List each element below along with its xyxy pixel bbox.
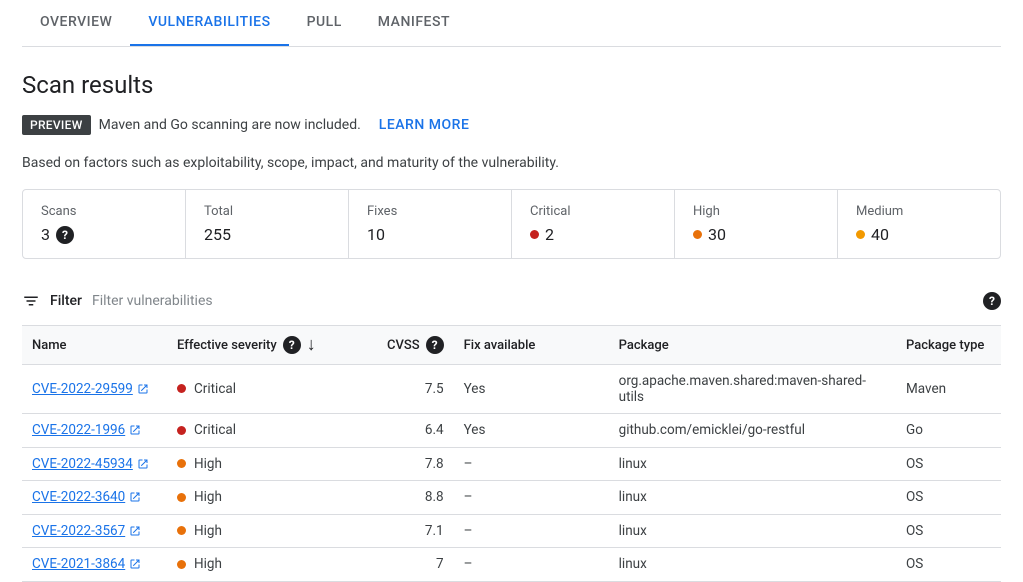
high-dot-icon bbox=[693, 230, 702, 239]
col-severity[interactable]: Effective severity ? ↓ bbox=[167, 326, 377, 365]
fix-cell: – bbox=[454, 481, 609, 515]
critical-dot-icon bbox=[177, 426, 186, 435]
col-fix[interactable]: Fix available bbox=[454, 326, 609, 365]
package-cell: linux bbox=[609, 481, 896, 515]
col-package[interactable]: Package bbox=[609, 326, 896, 365]
filter-label: Filter bbox=[50, 293, 82, 309]
high-dot-icon bbox=[177, 493, 186, 502]
external-link-icon bbox=[129, 424, 141, 436]
stat-value: 3 ? bbox=[41, 225, 167, 244]
stat-value: 2 bbox=[530, 225, 656, 244]
fix-cell: Yes bbox=[454, 365, 609, 414]
filter-row: Filter ? bbox=[22, 283, 1001, 326]
help-icon[interactable]: ? bbox=[426, 336, 444, 354]
learn-more-link[interactable]: LEARN MORE bbox=[379, 117, 470, 133]
critical-dot-icon bbox=[530, 230, 539, 239]
cvss-cell: 8.8 bbox=[377, 481, 454, 515]
package-type-cell: Go bbox=[896, 414, 1001, 448]
stat-label: Total bbox=[204, 204, 330, 219]
high-dot-icon bbox=[177, 459, 186, 468]
help-icon[interactable]: ? bbox=[283, 336, 301, 354]
sort-arrow-down-icon[interactable]: ↓ bbox=[307, 336, 316, 354]
filter-input[interactable] bbox=[92, 291, 973, 311]
stat-medium: Medium 40 bbox=[838, 190, 1000, 258]
package-type-cell: Maven bbox=[896, 365, 1001, 414]
external-link-icon bbox=[129, 491, 141, 503]
cve-link[interactable]: CVE-2022-1996 bbox=[32, 422, 141, 438]
tab-vulnerabilities[interactable]: VULNERABILITIES bbox=[130, 0, 288, 46]
preview-text: Maven and Go scanning are now included. bbox=[99, 117, 361, 133]
preview-banner: PREVIEW Maven and Go scanning are now in… bbox=[22, 115, 1001, 135]
external-link-icon bbox=[129, 558, 141, 570]
col-name[interactable]: Name bbox=[22, 326, 167, 365]
preview-chip: PREVIEW bbox=[22, 115, 91, 135]
page-title: Scan results bbox=[22, 71, 1001, 99]
col-package-type[interactable]: Package type bbox=[896, 326, 1001, 365]
stat-label: Scans bbox=[41, 204, 167, 219]
table-row: CVE-2022-1996 Critical 6.4Yesgithub.com/em… bbox=[22, 414, 1001, 448]
stat-scans: Scans 3 ? bbox=[23, 190, 186, 258]
stat-high: High 30 bbox=[675, 190, 838, 258]
tab-manifest[interactable]: MANIFEST bbox=[360, 0, 468, 46]
tab-overview[interactable]: OVERVIEW bbox=[22, 0, 130, 46]
package-cell: linux bbox=[609, 447, 896, 481]
tab-pull[interactable]: PULL bbox=[289, 0, 360, 46]
help-icon[interactable]: ? bbox=[56, 226, 74, 244]
stat-fixes: Fixes 10 bbox=[349, 190, 512, 258]
package-type-cell: OS bbox=[896, 481, 1001, 515]
cvss-cell: 7.5 bbox=[377, 365, 454, 414]
filter-icon[interactable] bbox=[22, 292, 40, 310]
stat-label: Medium bbox=[856, 204, 982, 219]
stat-value: 255 bbox=[204, 225, 330, 244]
stat-label: High bbox=[693, 204, 819, 219]
table-row: CVE-2022-29599 Critical 7.5Yesorg.apache.m… bbox=[22, 365, 1001, 414]
package-type-cell: OS bbox=[896, 548, 1001, 582]
table-row: CVE-2022-3640 High 8.8–linuxOS bbox=[22, 481, 1001, 515]
stat-total: Total 255 bbox=[186, 190, 349, 258]
stat-value: 40 bbox=[856, 225, 982, 244]
stats-box: Scans 3 ? Total 255 Fixes 10 Critical 2 … bbox=[22, 189, 1001, 259]
cvss-cell: 7.8 bbox=[377, 447, 454, 481]
package-cell: linux bbox=[609, 548, 896, 582]
cvss-cell: 6.4 bbox=[377, 414, 454, 448]
severity-cell: High bbox=[177, 489, 222, 505]
help-icon[interactable]: ? bbox=[983, 292, 1001, 310]
table-row: CVE-2021-3864 High 7–linuxOS bbox=[22, 548, 1001, 582]
tabs: OVERVIEWVULNERABILITIESPULLMANIFEST bbox=[22, 0, 1001, 47]
col-cvss[interactable]: CVSS ? bbox=[377, 326, 454, 365]
description: Based on factors such as exploitability,… bbox=[22, 155, 1001, 171]
stat-label: Critical bbox=[530, 204, 656, 219]
package-cell: org.apache.maven.shared:maven-shared-uti… bbox=[609, 365, 896, 414]
vulnerabilities-table: Name Effective severity ? ↓ CVSS ? Fix a… bbox=[22, 326, 1001, 582]
external-link-icon bbox=[137, 458, 149, 470]
severity-cell: Critical bbox=[177, 422, 236, 438]
stat-value: 10 bbox=[367, 225, 493, 244]
cve-link[interactable]: CVE-2022-45934 bbox=[32, 456, 149, 472]
stat-value: 30 bbox=[693, 225, 819, 244]
critical-dot-icon bbox=[177, 384, 186, 393]
severity-cell: High bbox=[177, 456, 222, 472]
external-link-icon bbox=[137, 383, 149, 395]
fix-cell: Yes bbox=[454, 414, 609, 448]
table-row: CVE-2022-45934 High 7.8–linuxOS bbox=[22, 447, 1001, 481]
package-cell: github.com/emicklei/go-restful bbox=[609, 414, 896, 448]
package-type-cell: OS bbox=[896, 447, 1001, 481]
high-dot-icon bbox=[177, 560, 186, 569]
cvss-cell: 7 bbox=[377, 548, 454, 582]
cve-link[interactable]: CVE-2022-3640 bbox=[32, 489, 141, 505]
cve-link[interactable]: CVE-2022-29599 bbox=[32, 381, 149, 397]
severity-cell: High bbox=[177, 556, 222, 572]
fix-cell: – bbox=[454, 548, 609, 582]
medium-dot-icon bbox=[856, 230, 865, 239]
cve-link[interactable]: CVE-2021-3864 bbox=[32, 556, 141, 572]
fix-cell: – bbox=[454, 447, 609, 481]
stat-label: Fixes bbox=[367, 204, 493, 219]
stat-critical: Critical 2 bbox=[512, 190, 675, 258]
severity-cell: Critical bbox=[177, 381, 236, 397]
